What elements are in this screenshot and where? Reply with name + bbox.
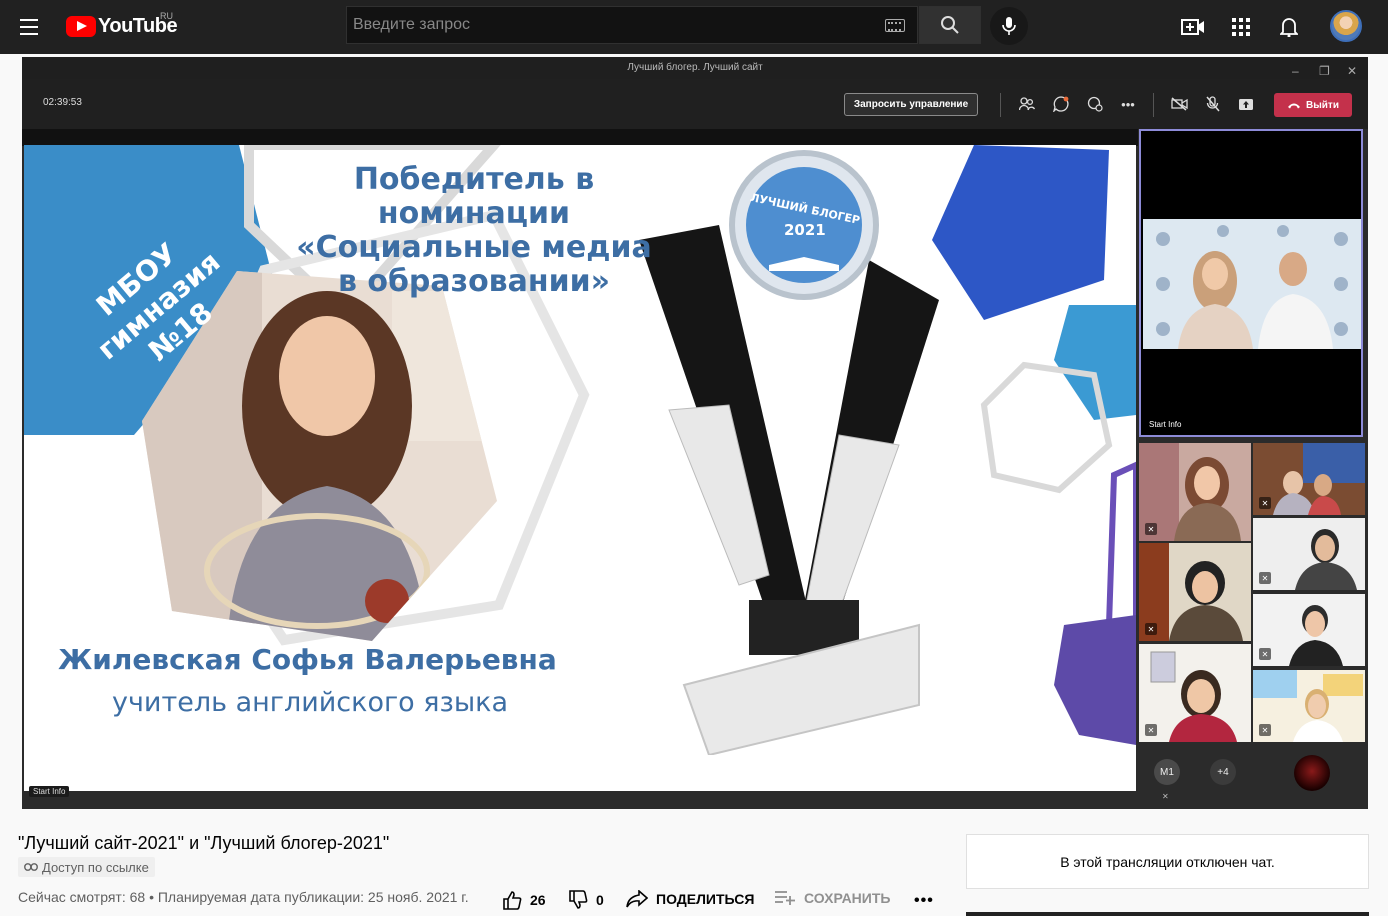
more-horizontal-icon: ••• [914, 892, 934, 909]
apps-button[interactable] [1227, 13, 1255, 41]
camera-off-icon [1170, 97, 1188, 111]
thumbs-up-icon [503, 891, 522, 910]
youtube-logo[interactable]: YouTube RU [66, 11, 178, 39]
teacher-role: учитель английского языка [112, 687, 509, 718]
access-badge: Доступ по ссылке [18, 857, 155, 877]
featured-participant-name: Start Info [1149, 420, 1182, 429]
toolbar-divider [1153, 93, 1154, 117]
participant-tile[interactable]: ✕ [1139, 543, 1251, 641]
search-input[interactable] [347, 16, 867, 34]
microphone-icon [1002, 17, 1016, 35]
more-dots-icon: ••• [1121, 96, 1135, 112]
participant-avatar[interactable] [1294, 755, 1330, 791]
share-tray-icon [1239, 99, 1253, 110]
slide-title-line3: в образовании» [337, 264, 611, 299]
apps-grid-icon [1232, 18, 1250, 36]
camera-toggle-button[interactable] [1168, 94, 1190, 114]
save-label: СОХРАНИТЬ [804, 890, 891, 906]
muted-icon: ✕ [1145, 724, 1157, 736]
participant-initials-avatar[interactable]: М1 [1154, 759, 1180, 785]
presenter-name-tag: Start Info [29, 786, 70, 797]
youtube-play-icon [66, 15, 96, 37]
featured-participant-tile[interactable]: Start Info [1139, 129, 1363, 437]
search-icon [941, 16, 959, 34]
participant-tile[interactable]: ✕ [1139, 443, 1251, 541]
bell-icon [1280, 18, 1298, 37]
muted-icon: ✕ [1145, 523, 1157, 535]
chat-disabled-panel: В этой трансляции отключен чат. [966, 834, 1369, 889]
more-participants-badge[interactable]: +4 [1210, 759, 1236, 785]
participant-tile[interactable]: ✕ [1253, 594, 1365, 666]
slide-title-line2: «Социальные медиа [296, 230, 652, 265]
chat-icon [1053, 96, 1069, 112]
dislike-count: 0 [596, 892, 604, 908]
share-label: ПОДЕЛИТЬСЯ [656, 891, 755, 907]
user-avatar[interactable] [1330, 10, 1362, 42]
muted-icon: ✕ [1145, 623, 1157, 635]
trophy-label-line2: 2021 [784, 221, 826, 239]
reactions-icon [1087, 96, 1103, 112]
muted-icon: ✕ [1162, 792, 1169, 801]
create-video-button[interactable] [1179, 13, 1207, 41]
create-video-icon [1181, 19, 1204, 35]
muted-icon: ✕ [1259, 572, 1271, 584]
meeting-toolbar: 02:39:53 Запросить управление ••• Выйти [22, 79, 1368, 129]
voice-search-button[interactable] [990, 7, 1028, 45]
share-icon [626, 890, 648, 908]
muted-icon: ✕ [1259, 648, 1271, 660]
video-title: "Лучший сайт-2021" и "Лучший блогер-2021… [18, 833, 390, 853]
featured-video [1143, 219, 1361, 349]
video-meta: Сейчас смотрят: 68 • Планируемая дата пу… [18, 889, 469, 905]
chat-button[interactable] [1050, 94, 1072, 114]
participants-icon [1019, 97, 1035, 111]
mic-toggle-button[interactable] [1202, 94, 1224, 114]
participant-tile[interactable]: ✕ [1253, 670, 1365, 742]
hang-up-icon [1288, 103, 1301, 109]
leave-label: Выйти [1306, 99, 1339, 111]
leave-meeting-button[interactable]: Выйти [1274, 93, 1352, 117]
thumbs-down-icon [569, 890, 588, 909]
mic-off-icon [1206, 96, 1220, 112]
more-options-button[interactable]: ••• [1117, 94, 1139, 114]
like-button[interactable]: 26 [502, 890, 546, 910]
like-count: 26 [530, 892, 546, 908]
share-button[interactable]: ПОДЕЛИТЬСЯ [626, 890, 754, 908]
participants-button[interactable] [1016, 94, 1038, 114]
meeting-window: Лучший блогер. Лучший сайт – ❐ ✕ 02:39:5… [22, 57, 1368, 809]
more-actions-button[interactable]: ••• [914, 892, 934, 910]
request-control-button[interactable]: Запросить управление [844, 93, 978, 116]
participant-tile[interactable]: ✕ [1253, 518, 1365, 590]
meeting-titlebar: Лучший блогер. Лучший сайт – ❐ ✕ [22, 57, 1368, 79]
teacher-name: Жилевская Софья Валерьевна [58, 643, 557, 676]
youtube-topbar: YouTube RU [0, 0, 1388, 54]
meeting-timer: 02:39:53 [43, 97, 82, 108]
chat-disabled-message: В этой трансляции отключен чат. [1060, 853, 1275, 870]
keyboard-icon[interactable] [885, 19, 905, 32]
notifications-button[interactable] [1275, 13, 1303, 41]
dislike-button[interactable]: 0 [568, 890, 604, 910]
meeting-window-title: Лучший блогер. Лучший сайт [627, 62, 763, 73]
shared-presentation-slide: ЛУЧШИЙ БЛОГЕР 2021 Победитель в номинаци… [24, 145, 1136, 791]
muted-icon: ✕ [1259, 724, 1271, 736]
save-button[interactable]: СОХРАНИТЬ [774, 890, 890, 906]
search-box [346, 6, 918, 44]
playlist-add-icon [775, 891, 795, 905]
share-screen-button[interactable] [1235, 94, 1257, 114]
slide-title: Победитель в номинации «Социальные медиа… [254, 163, 694, 299]
access-label: Доступ по ссылке [42, 859, 149, 875]
toolbar-divider [1000, 93, 1001, 117]
sidebar-edge [966, 912, 1369, 916]
muted-icon: ✕ [1259, 497, 1271, 509]
slide-title-line1: Победитель в номинации [353, 162, 595, 231]
link-icon [24, 863, 38, 871]
participant-tile[interactable]: ✕ [1139, 644, 1251, 742]
menu-icon[interactable] [14, 12, 46, 42]
search-button[interactable] [919, 6, 981, 44]
stage-background [22, 129, 1138, 146]
reactions-button[interactable] [1084, 94, 1106, 114]
region-code: RU [160, 11, 173, 21]
